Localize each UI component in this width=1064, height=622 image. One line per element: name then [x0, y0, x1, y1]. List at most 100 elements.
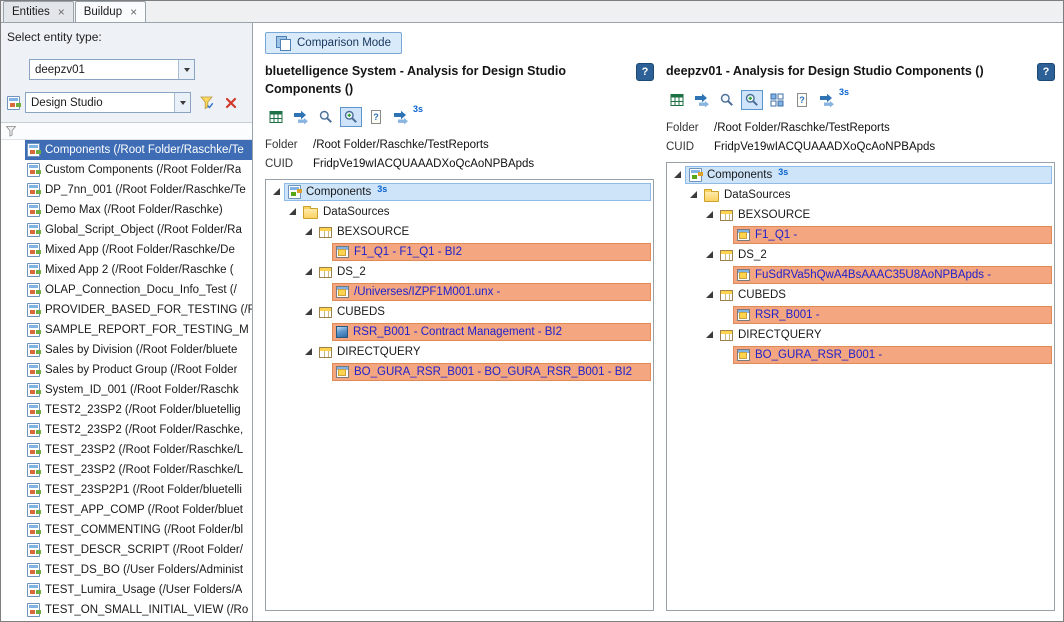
- list-item[interactable]: Mixed App (/Root Folder/Raschke/De: [1, 240, 252, 260]
- tree-row[interactable]: BEXSOURCE: [266, 222, 653, 242]
- list-item[interactable]: Sales by Division (/Root Folder/bluete: [1, 340, 252, 360]
- tree-row[interactable]: DataSources: [667, 185, 1054, 205]
- tree-row[interactable]: F1_Q1 - F1_Q1 - BI2: [266, 242, 653, 262]
- tree-row[interactable]: DS_2: [667, 245, 1054, 265]
- excel-export-button[interactable]: [265, 107, 287, 127]
- list-item[interactable]: TEST_COMMENTING (/Root Folder/bl: [1, 520, 252, 540]
- list-item[interactable]: TEST2_23SP2 (/Root Folder/bluetellig: [1, 400, 252, 420]
- tree-row[interactable]: DIRECTQUERY: [667, 325, 1054, 345]
- tree-row[interactable]: CUBEDS: [667, 285, 1054, 305]
- entity-label: TEST_ON_SMALL_INITIAL_VIEW (/Ro: [45, 604, 248, 616]
- expand-arrow-icon[interactable]: [302, 265, 316, 279]
- list-item[interactable]: OLAP_Connection_Docu_Info_Test (/: [1, 280, 252, 300]
- search-button[interactable]: [716, 90, 738, 110]
- expand-arrow-icon[interactable]: [318, 325, 332, 339]
- doc-question-button[interactable]: ?: [365, 107, 387, 127]
- list-item[interactable]: Demo Max (/Root Folder/Raschke): [1, 200, 252, 220]
- tree-row[interactable]: FuSdRVa5hQwA4BsAAAC35U8AoNPBApds -: [667, 265, 1054, 285]
- transfer-button[interactable]: [691, 90, 713, 110]
- help-button[interactable]: ?: [1037, 63, 1055, 81]
- tab-entities[interactable]: Entities ×: [3, 1, 74, 22]
- filter-row[interactable]: [1, 122, 252, 140]
- expand-arrow-icon[interactable]: [687, 188, 701, 202]
- comparison-panels: bluetelligence System - Analysis for Des…: [265, 61, 1055, 611]
- tree-row[interactable]: DataSources: [266, 202, 653, 222]
- tree-row[interactable]: DS_2: [266, 262, 653, 282]
- tree-row[interactable]: DIRECTQUERY: [266, 342, 653, 362]
- entity-list: Components (/Root Folder/Raschke/Te Cust…: [1, 140, 252, 621]
- tree-row[interactable]: RSR_B001 -: [667, 305, 1054, 325]
- tree-row[interactable]: /Universes/IZPF1M001.unx -: [266, 282, 653, 302]
- tree-row[interactable]: BO_GURA_RSR_B001 -: [667, 345, 1054, 365]
- list-item[interactable]: Mixed App 2 (/Root Folder/Raschke (: [1, 260, 252, 280]
- expand-arrow-icon[interactable]: [318, 365, 332, 379]
- expand-arrow-icon[interactable]: [703, 288, 717, 302]
- tree-row[interactable]: F1_Q1 -: [667, 225, 1054, 245]
- list-item[interactable]: DP_7nn_001 (/Root Folder/Raschke/Te: [1, 180, 252, 200]
- expand-arrow-icon[interactable]: [719, 308, 733, 322]
- help-button[interactable]: ?: [636, 63, 654, 81]
- list-item[interactable]: TEST_APP_COMP (/Root Folder/bluet: [1, 500, 252, 520]
- list-item[interactable]: TEST_23SP2P1 (/Root Folder/bluetelli: [1, 480, 252, 500]
- excel-export-button[interactable]: [666, 90, 688, 110]
- list-item[interactable]: TEST2_23SP2 (/Root Folder/Raschke,: [1, 420, 252, 440]
- entity-icon: [27, 183, 40, 197]
- expand-arrow-icon[interactable]: [302, 305, 316, 319]
- tree-row[interactable]: BEXSOURCE: [667, 205, 1054, 225]
- list-item[interactable]: SAMPLE_REPORT_FOR_TESTING_M (: [1, 320, 252, 340]
- entity-type-select[interactable]: Design Studio: [25, 92, 191, 113]
- tree-row[interactable]: RSR_B001 - Contract Management - BI2: [266, 322, 653, 342]
- tab-buildup[interactable]: Buildup ×: [75, 1, 146, 22]
- sync-button[interactable]: [816, 90, 838, 110]
- expand-arrow-icon[interactable]: [671, 168, 685, 182]
- search-button[interactable]: [315, 107, 337, 127]
- tree-node-label: CUBEDS: [738, 289, 786, 301]
- expand-arrow-icon[interactable]: [302, 345, 316, 359]
- expand-arrow-icon[interactable]: [719, 268, 733, 282]
- chevron-down-icon[interactable]: [174, 93, 190, 112]
- expand-arrow-icon[interactable]: [302, 225, 316, 239]
- expand-arrow-icon[interactable]: [719, 348, 733, 362]
- list-item[interactable]: TEST_ON_SMALL_INITIAL_VIEW (/Ro: [1, 600, 252, 620]
- list-item[interactable]: Sales by Product Group (/Root Folder: [1, 360, 252, 380]
- expand-arrow-icon[interactable]: [270, 185, 284, 199]
- list-item[interactable]: Global_Script_Object (/Root Folder/Ra: [1, 220, 252, 240]
- list-item[interactable]: TEST_DS_BO (/User Folders/Administ: [1, 560, 252, 580]
- entity-label: OLAP_Connection_Docu_Info_Test (/: [45, 284, 237, 296]
- grid-view-button[interactable]: [766, 90, 788, 110]
- list-item[interactable]: TEST_DESCR_SCRIPT (/Root Folder/: [1, 540, 252, 560]
- sync-button[interactable]: [390, 107, 412, 127]
- expand-arrow-icon[interactable]: [719, 228, 733, 242]
- list-item[interactable]: TEST_23SP2 (/Root Folder/Raschke/L: [1, 460, 252, 480]
- close-icon[interactable]: ×: [130, 7, 137, 17]
- expand-arrow-icon[interactable]: [703, 208, 717, 222]
- entity-icon: [27, 523, 40, 537]
- comparison-mode-button[interactable]: Comparison Mode: [265, 32, 402, 54]
- doc-question-button[interactable]: ?: [791, 90, 813, 110]
- tree-row[interactable]: Components 3s: [667, 165, 1054, 185]
- list-item[interactable]: TEST_Lumira_Usage (/User Folders/A: [1, 580, 252, 600]
- expand-arrow-icon[interactable]: [703, 328, 717, 342]
- transfer-button[interactable]: [290, 107, 312, 127]
- chevron-down-icon[interactable]: [178, 60, 194, 79]
- expand-arrow-icon[interactable]: [286, 205, 300, 219]
- expand-arrow-icon[interactable]: [318, 245, 332, 259]
- list-item[interactable]: PROVIDER_BASED_FOR_TESTING (/F: [1, 300, 252, 320]
- tree-row[interactable]: CUBEDS: [266, 302, 653, 322]
- filter-settings-button[interactable]: [196, 93, 216, 113]
- system-select[interactable]: deepzv01: [29, 59, 195, 80]
- list-item[interactable]: Custom Components (/Root Folder/Ra: [1, 160, 252, 180]
- folder-label: Folder: [265, 139, 313, 151]
- search-plus-button[interactable]: [741, 90, 763, 110]
- expand-arrow-icon[interactable]: [318, 285, 332, 299]
- tree-row[interactable]: BO_GURA_RSR_B001 - BO_GURA_RSR_B001 - BI…: [266, 362, 653, 382]
- expand-arrow-icon[interactable]: [703, 248, 717, 262]
- list-item[interactable]: System_ID_001 (/Root Folder/Raschk: [1, 380, 252, 400]
- list-item[interactable]: Components (/Root Folder/Raschke/Te: [1, 140, 252, 160]
- clear-filter-button[interactable]: [221, 93, 241, 113]
- search-plus-button[interactable]: [340, 107, 362, 127]
- close-icon[interactable]: ×: [58, 7, 65, 17]
- list-item[interactable]: TEST_23SP2 (/Root Folder/Raschke/L: [1, 440, 252, 460]
- doc-question-icon: ?: [368, 109, 384, 125]
- tree-row[interactable]: Components 3s: [266, 182, 653, 202]
